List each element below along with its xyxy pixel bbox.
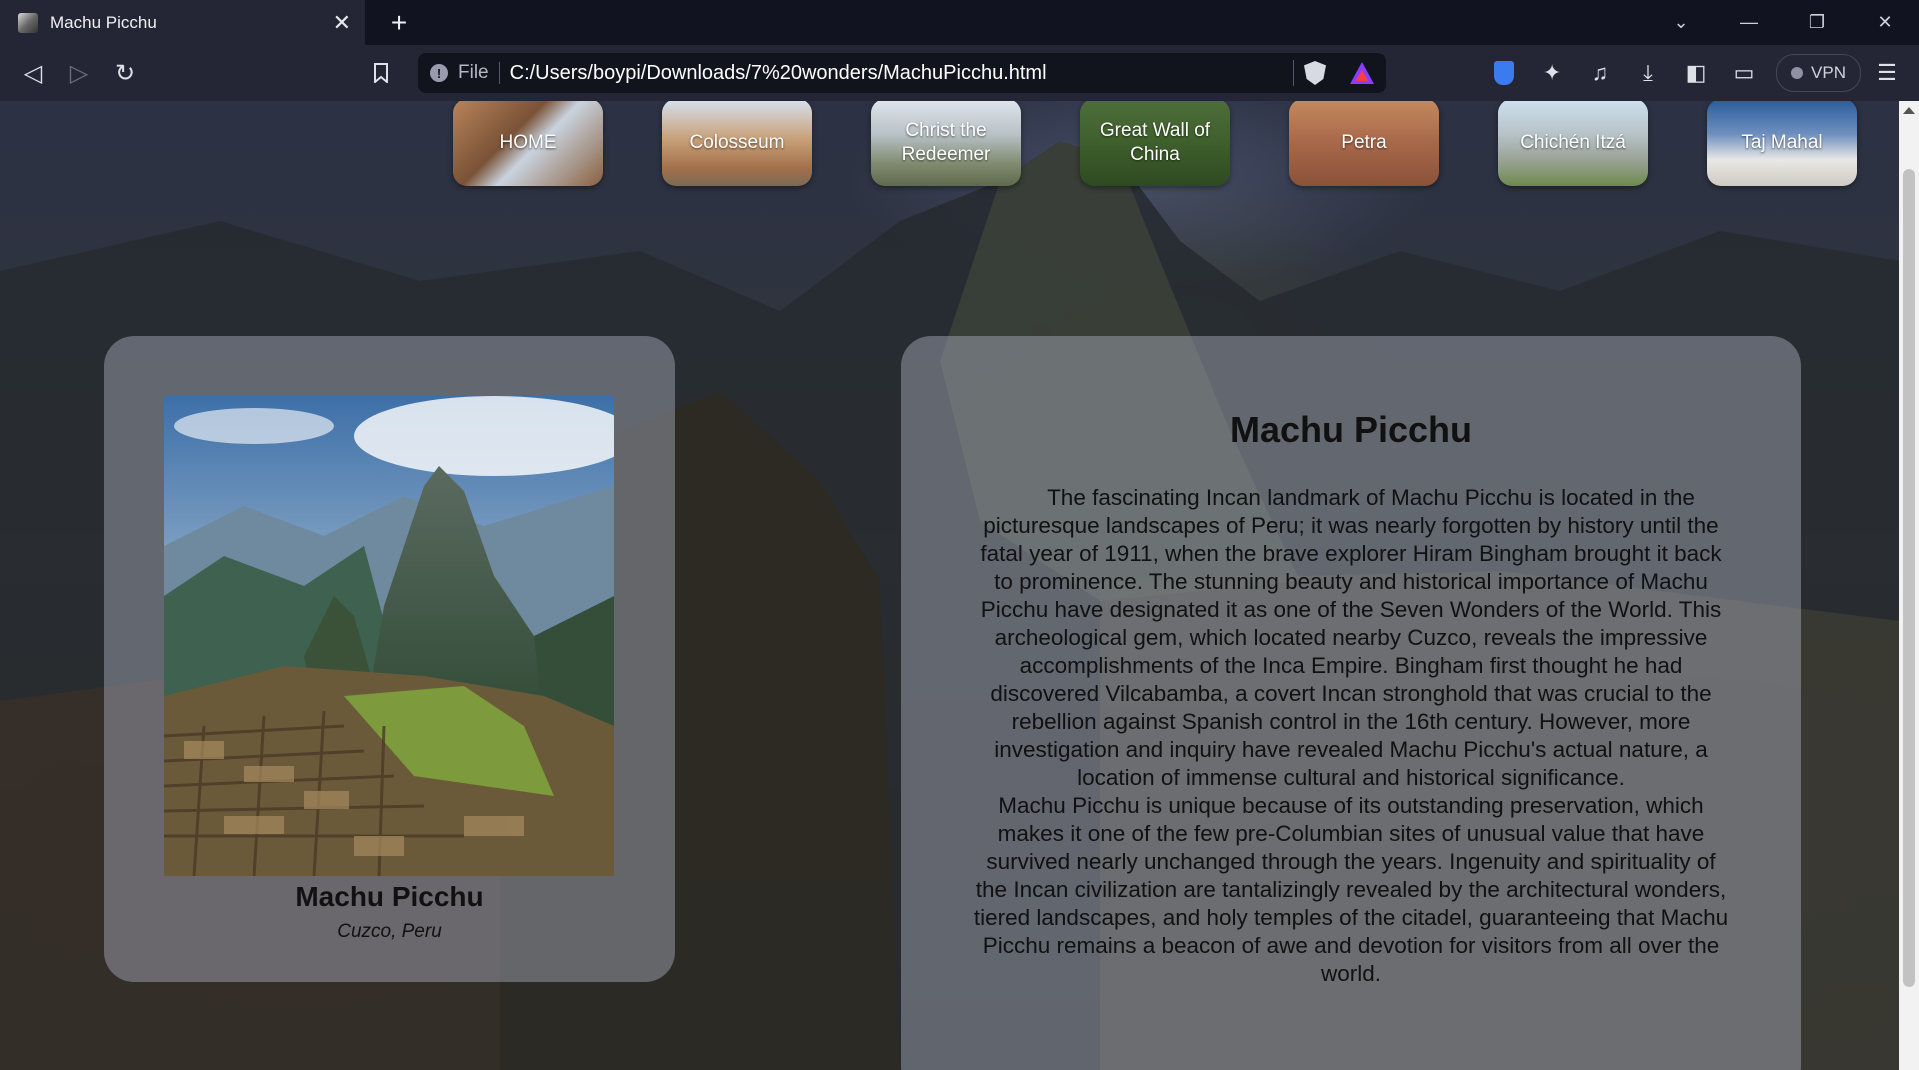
url-scheme-label: File [458,62,500,84]
wonder-description: The fascinating Incan landmark of Machu … [971,484,1731,988]
nav-item-taj-mahal[interactable]: Taj Mahal [1707,101,1857,186]
scroll-up-icon[interactable] [1903,107,1915,114]
nav-item-colosseum[interactable]: Colosseum [662,101,812,186]
media-icon[interactable]: ♫ [1578,51,1622,95]
nav-item-chichen-itza[interactable]: Chichén Itzá [1498,101,1648,186]
machu-picchu-photo [164,396,614,876]
photo-card: Machu Picchu Cuzco, Peru [104,336,675,982]
sidebar-icon[interactable]: ◧ [1674,51,1718,95]
vpn-label: VPN [1811,63,1846,82]
brave-shields-icon[interactable] [1304,61,1326,85]
description-paragraph: The fascinating Incan landmark of Machu … [980,485,1722,790]
nav-item-label: Christ the Redeemer [901,119,991,165]
active-tab[interactable]: Machu Picchu ✕ [0,0,365,45]
favicon-icon [18,12,38,33]
tab-list-icon[interactable]: ⌄ [1647,0,1715,45]
nav-item-label: Chichén Itzá [1520,131,1626,153]
nav-item-label: Petra [1341,131,1387,153]
nav-item-label: Colosseum [689,131,785,153]
toolbar-actions: ✦ ♫ ⤓ ◧ ▭ VPN ☰ [1482,51,1919,95]
forward-icon[interactable]: ▷ [56,50,102,96]
nav-item-great-wall-of-china[interactable]: Great Wall of China [1080,101,1230,186]
restore-icon[interactable]: ❐ [1783,0,1851,45]
description-paragraph: Machu Picchu is unique because of its ou… [973,793,1729,986]
bookmark-icon[interactable] [358,50,404,96]
info-card: Machu Picchu The fascinating Incan landm… [901,336,1801,1070]
bitwarden-icon[interactable] [1482,51,1526,95]
tab-close-icon[interactable]: ✕ [333,11,351,34]
nav-item-home[interactable]: HOME [453,101,603,186]
brave-rewards-icon[interactable] [1350,62,1374,84]
reload-icon[interactable]: ↻ [102,50,148,96]
vpn-status-icon [1791,67,1804,79]
back-icon[interactable]: ◁ [10,50,56,96]
nav-item-label: Taj Mahal [1741,131,1823,153]
wallet-icon[interactable]: ▭ [1722,51,1766,95]
page-scrollbar[interactable] [1899,101,1919,1070]
page-viewport: HOME Colosseum Christ the Redeemer Great… [0,101,1899,1070]
browser-toolbar: ◁ ▷ ↻ ! File C:/Users/boypi/Downloads/7%… [0,45,1919,101]
menu-icon[interactable]: ☰ [1865,51,1909,95]
address-bar[interactable]: ! File C:/Users/boypi/Downloads/7%20wond… [418,53,1386,93]
info-icon[interactable]: ! [430,64,448,82]
address-divider [1293,60,1294,86]
extensions-icon[interactable]: ✦ [1530,51,1574,95]
browser-tab-strip: Machu Picchu ✕ + ⌄ — ❐ ✕ [0,0,1919,45]
scroll-thumb[interactable] [1903,169,1915,987]
new-tab-icon[interactable]: + [379,7,419,39]
vpn-button[interactable]: VPN [1776,54,1861,92]
minimize-icon[interactable]: — [1715,0,1783,45]
url-text[interactable]: C:/Users/boypi/Downloads/7%20wonders/Mac… [510,62,1283,85]
photo-location: Cuzco, Peru [337,921,442,942]
window-controls: ⌄ — ❐ ✕ [1647,0,1919,45]
wonders-navigation: HOME Colosseum Christ the Redeemer Great… [0,101,1899,191]
nav-item-label: HOME [499,131,557,153]
nav-item-label: Great Wall of China [1099,119,1211,165]
nav-item-christ-the-redeemer[interactable]: Christ the Redeemer [871,101,1021,186]
nav-item-petra[interactable]: Petra [1289,101,1439,186]
tab-title: Machu Picchu [50,12,157,32]
close-window-icon[interactable]: ✕ [1851,0,1919,45]
wonder-heading: Machu Picchu [1229,409,1473,450]
photo-title: Machu Picchu [295,881,484,912]
download-icon[interactable]: ⤓ [1626,51,1670,95]
